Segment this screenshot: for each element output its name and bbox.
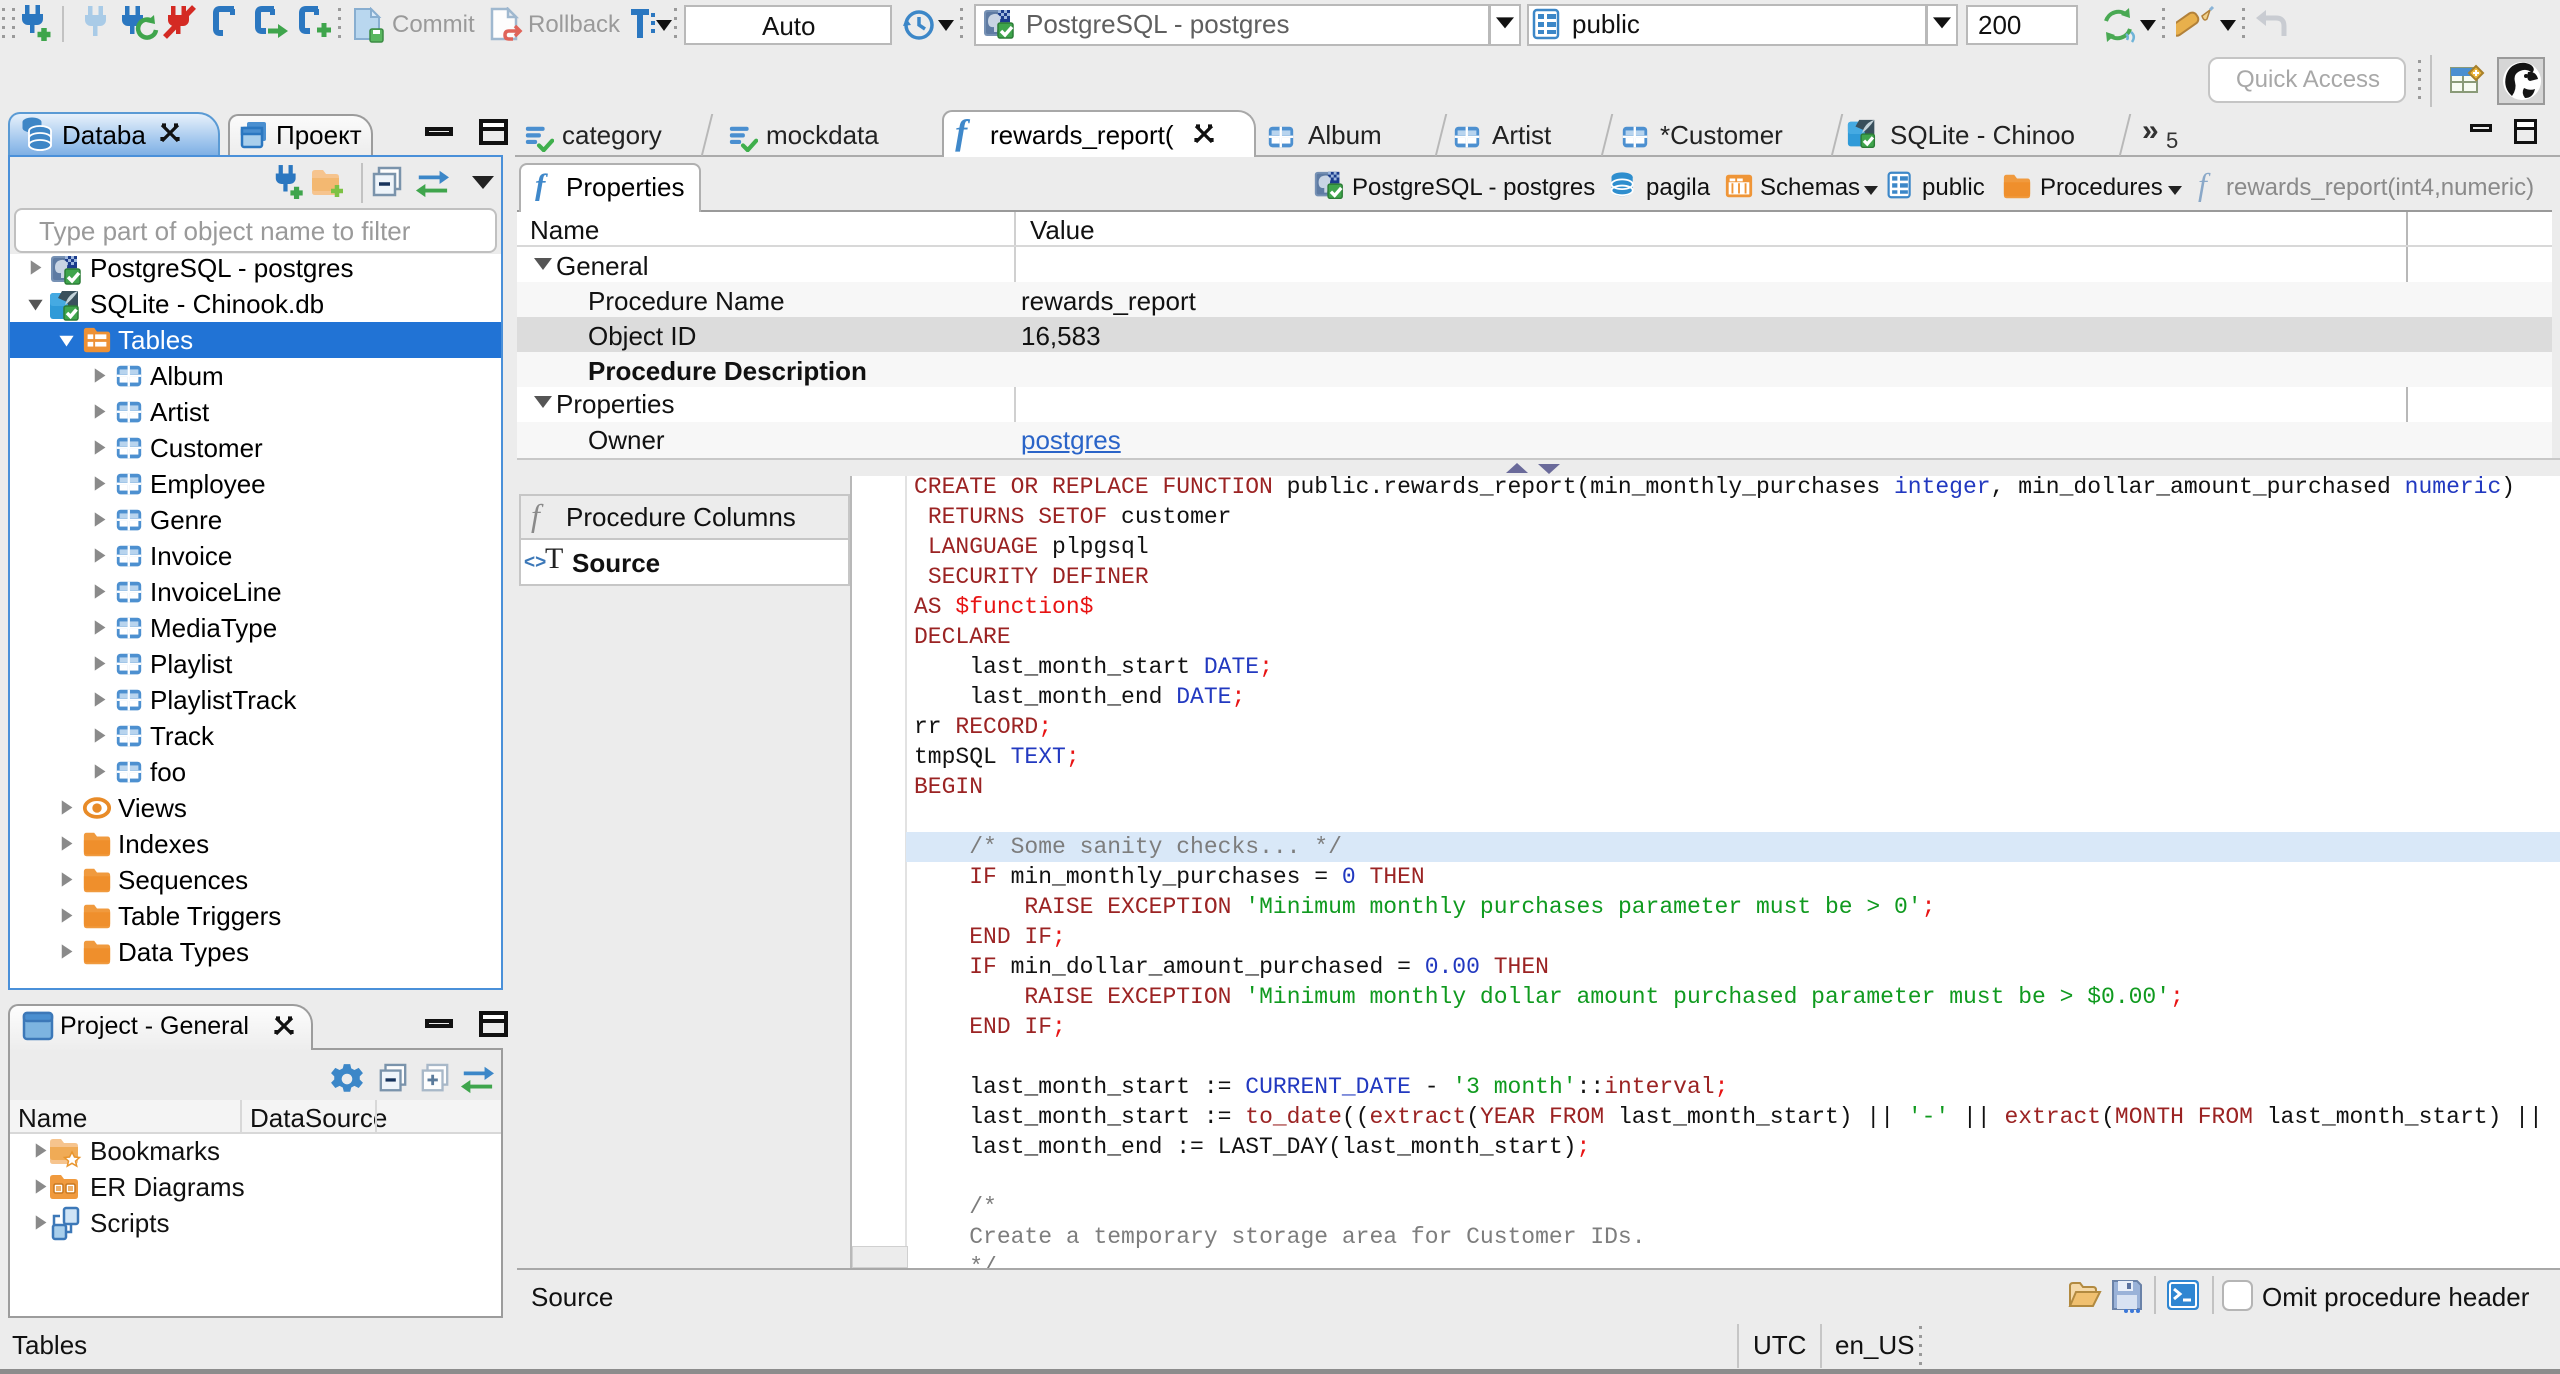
svg-text:f: f	[531, 499, 544, 533]
svg-text:f: f	[2198, 168, 2211, 202]
